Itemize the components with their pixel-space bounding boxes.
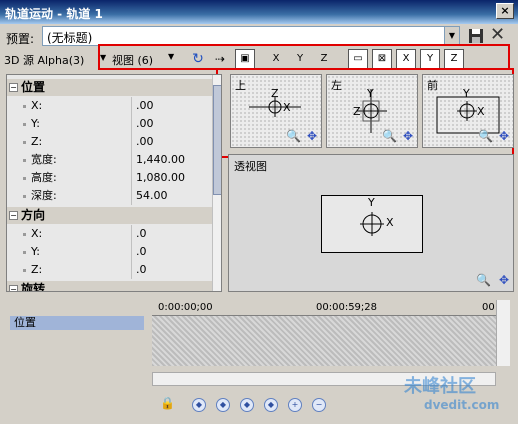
prop-value[interactable]: .00: [131, 97, 211, 115]
title-bar: 轨道运动 - 轨道 1 ×: [0, 0, 518, 24]
time-mid: 00:00:59;28: [316, 302, 378, 313]
group-rotation-title: 旋转: [21, 282, 46, 292]
prop-name: Y:: [31, 245, 40, 258]
prop-value[interactable]: 1,080.00: [131, 169, 211, 187]
group-orientation-title: 方向: [21, 208, 46, 222]
group-rotation[interactable]: − 旋转: [7, 281, 212, 292]
time-ruler[interactable]: 0:00:00;00 00:00:59;28 00: [152, 300, 496, 316]
prop-name: Y:: [31, 117, 40, 130]
prop-name: 高度:: [31, 171, 57, 184]
first-keyframe-icon[interactable]: ◆: [192, 398, 206, 412]
zoom-icon[interactable]: 🔍: [476, 273, 491, 287]
scrollbar-thumb[interactable]: [213, 85, 221, 195]
prev-keyframe-icon[interactable]: ◆: [216, 398, 230, 412]
axis-z-label: Z: [353, 105, 361, 118]
prop-row[interactable]: X: .00: [7, 97, 212, 115]
properties-panel: − 位置 X: .00 Y: .00 Z: .00 宽度: 1,440.00 高度: 1,…: [6, 74, 222, 292]
axis-y-label: Y: [463, 87, 470, 100]
toolbar-highlight: [98, 44, 510, 70]
prop-name: Z:: [31, 135, 43, 148]
prop-row[interactable]: Z: .0: [7, 261, 212, 279]
save-preset-icon[interactable]: [468, 28, 484, 44]
viewport-left[interactable]: 左 Y Z 🔍 ✥: [326, 74, 418, 148]
pan-icon[interactable]: ✥: [403, 129, 413, 143]
collapse-icon[interactable]: −: [9, 83, 18, 92]
prop-row[interactable]: X: .0: [7, 225, 212, 243]
prop-row[interactable]: Z: .00: [7, 133, 212, 151]
axis-y-label: Y: [367, 87, 374, 100]
prop-value[interactable]: .0: [131, 225, 211, 243]
window-title: 轨道运动 - 轨道 1: [5, 7, 103, 21]
timeline-vertical-scrollbar[interactable]: [496, 300, 510, 366]
prop-value[interactable]: .0: [131, 243, 211, 261]
preset-label: 预置:: [6, 32, 35, 46]
tree-dot-icon: [23, 123, 26, 126]
collapse-icon[interactable]: −: [9, 211, 18, 220]
axis-x-label: X: [283, 101, 291, 114]
prop-name: X:: [31, 227, 43, 240]
viewport-perspective[interactable]: 透视图 Y X 🔍 ✥: [228, 154, 514, 292]
axis-y-label: Y: [368, 196, 375, 209]
prop-row[interactable]: 高度: 1,080.00: [7, 169, 212, 187]
group-orientation[interactable]: − 方向: [7, 207, 212, 224]
watermark-logo: 未峰社区: [404, 376, 476, 397]
prop-name: 深度:: [31, 189, 57, 202]
tree-dot-icon: [23, 177, 26, 180]
time-start: 0:00:00;00: [158, 302, 213, 313]
tree-dot-icon: [23, 251, 26, 254]
tree-dot-icon: [23, 269, 26, 272]
pan-icon[interactable]: ✥: [499, 273, 509, 287]
chevron-down-icon[interactable]: ▼: [444, 27, 459, 45]
viewport-top[interactable]: 上 Z X 🔍 ✥: [230, 74, 322, 148]
prop-value[interactable]: .0: [131, 261, 211, 279]
delete-preset-icon[interactable]: ✕: [490, 26, 505, 44]
lock-envelope-icon[interactable]: 🔒: [160, 396, 175, 410]
preset-dropdown[interactable]: (无标题): [42, 26, 460, 46]
prop-row[interactable]: 深度: 54.00: [7, 187, 212, 205]
zoom-icon[interactable]: 🔍: [478, 129, 493, 143]
tree-dot-icon: [23, 233, 26, 236]
tree-dot-icon: [23, 159, 26, 162]
group-position-title: 位置: [21, 80, 46, 94]
prop-row[interactable]: Y: .0: [7, 243, 212, 261]
close-window-button[interactable]: ×: [496, 3, 514, 19]
tree-dot-icon: [23, 105, 26, 108]
prop-name: 宽度:: [31, 153, 57, 166]
perspective-frame[interactable]: Y X: [321, 195, 423, 253]
prop-value[interactable]: .00: [131, 115, 211, 133]
perspective-label: 透视图: [234, 160, 267, 173]
prop-value[interactable]: .00: [131, 133, 211, 151]
properties-scrollbar[interactable]: [212, 75, 221, 291]
collapse-icon[interactable]: −: [9, 285, 18, 291]
axis-z-label: Z: [271, 87, 279, 100]
prop-row[interactable]: Y: .00: [7, 115, 212, 133]
source-alpha-label[interactable]: 3D 源 Alpha(3): [4, 52, 84, 68]
tree-dot-icon: [23, 141, 26, 144]
axis-x-label: X: [386, 216, 394, 229]
add-keyframe-icon[interactable]: +: [288, 398, 302, 412]
axis-x-label: X: [477, 105, 485, 118]
time-end: 00: [482, 302, 495, 313]
group-position[interactable]: − 位置: [7, 79, 212, 96]
prop-row[interactable]: 宽度: 1,440.00: [7, 151, 212, 169]
prop-name: X:: [31, 99, 43, 112]
prop-name: Z:: [31, 263, 43, 276]
zoom-icon[interactable]: 🔍: [286, 129, 301, 143]
last-keyframe-icon[interactable]: ◆: [264, 398, 278, 412]
viewport-front[interactable]: 前 Y X 🔍 ✥: [422, 74, 514, 148]
pan-icon[interactable]: ✥: [307, 129, 317, 143]
pan-icon[interactable]: ✥: [499, 129, 509, 143]
prop-value[interactable]: 1,440.00: [131, 151, 211, 169]
watermark-url: dvedit.com: [424, 398, 500, 412]
track-position-label[interactable]: 位置: [10, 316, 144, 330]
delete-keyframe-icon[interactable]: −: [312, 398, 326, 412]
zoom-icon[interactable]: 🔍: [382, 129, 397, 143]
next-keyframe-icon[interactable]: ◆: [240, 398, 254, 412]
tree-dot-icon: [23, 195, 26, 198]
prop-value[interactable]: 54.00: [131, 187, 211, 205]
